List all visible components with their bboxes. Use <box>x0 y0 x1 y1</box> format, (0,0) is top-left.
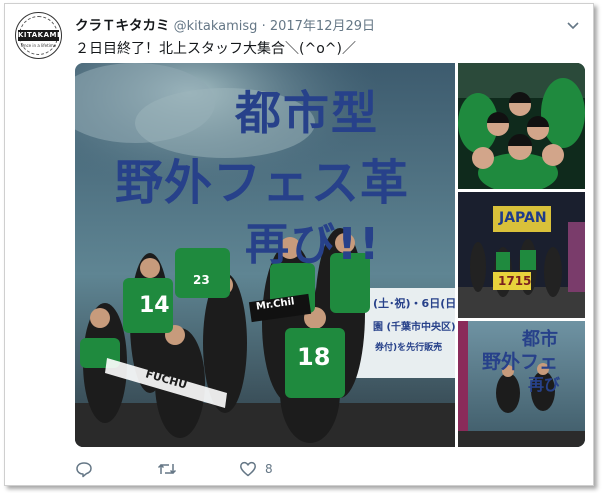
side-banner-text-2: 野外フェ <box>482 351 559 373</box>
tweet-date[interactable]: 2017年12月29日 <box>270 19 375 34</box>
banner-venue: 園 (千葉市中央区) <box>373 322 455 333</box>
tweet-text: ２日目終了！北上スタッフ大集合＼(^o^)／ <box>75 41 356 57</box>
like-button[interactable]: 8 <box>239 459 273 479</box>
retweet-icon <box>157 460 177 478</box>
display-name[interactable]: クラＴキタカミ <box>75 18 170 34</box>
sign-number-text: 1715 <box>498 274 532 288</box>
media-grid: 都市型 野外フェス革 再び!! (土･祝)・6日(日 園 (千葉市中央区) 券付… <box>75 63 585 447</box>
banner-text-2: 野外フェス革 <box>115 155 410 211</box>
photo-side-1[interactable] <box>458 63 585 189</box>
photo-side-3[interactable]: 都市 野外フェ 再び <box>458 321 585 447</box>
banner-sale: 券付)を先行販売 <box>375 343 443 353</box>
avatar-logo-text: KITAKAMI <box>18 30 61 41</box>
side-banner-text-3: 再び <box>528 375 561 394</box>
reply-button[interactable] <box>75 459 93 479</box>
tweet-actions: 8 <box>75 459 375 479</box>
reply-icon <box>75 460 93 478</box>
tweet-header: クラＴキタカミ @kitakamisg · 2017年12月29日 <box>75 14 583 34</box>
japan-sign-text: JAPAN <box>499 210 547 226</box>
retweet-button[interactable] <box>157 459 177 479</box>
banner-date: (土･祝)・6日(日 <box>373 297 455 310</box>
jersey-number-18: 18 <box>297 343 331 371</box>
like-count: 8 <box>265 462 273 476</box>
banner-text-3: 再び!! <box>245 219 382 270</box>
heart-icon <box>239 460 257 478</box>
jersey-number-14: 14 <box>139 293 170 318</box>
jersey-number-23: 23 <box>193 273 210 287</box>
photo-main[interactable]: 都市型 野外フェス革 再び!! (土･祝)・6日(日 園 (千葉市中央区) 券付… <box>75 63 455 447</box>
avatar[interactable]: KITAKAMI Once in a lifetime <box>15 12 62 59</box>
photo-side-2[interactable]: JAPAN 1715 <box>458 192 585 318</box>
avatar-sub-text: Once in a lifetime <box>20 43 57 48</box>
separator-dot: · <box>261 19 266 34</box>
banner-text-1: 都市型 <box>235 86 379 140</box>
tweet-card: KITAKAMI Once in a lifetime クラＴキタカミ @kit… <box>4 3 594 486</box>
chevron-down-icon[interactable] <box>567 16 579 30</box>
user-handle[interactable]: @kitakamisg <box>174 19 258 34</box>
